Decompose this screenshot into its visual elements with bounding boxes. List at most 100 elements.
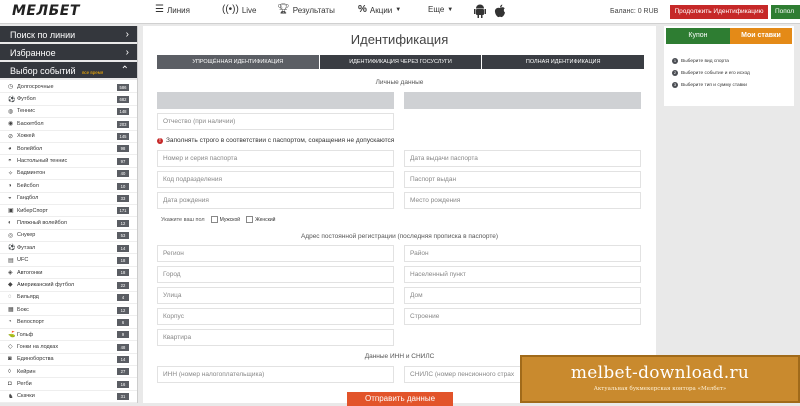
nav-live[interactable]: ((•)) Live xyxy=(222,5,257,15)
sidebar-sport-item[interactable]: ◘ Регби 16 xyxy=(0,378,137,391)
apple-icon[interactable] xyxy=(494,4,506,18)
structure-field[interactable]: Строение xyxy=(404,308,641,325)
inn-field[interactable]: ИНН (номер налогоплательщика) xyxy=(157,366,394,383)
sidebar-events[interactable]: Выбор событий все время ⌃ xyxy=(0,62,137,80)
sidebar-sport-item[interactable]: ◑ Бейсбол 10 xyxy=(0,180,137,193)
sidebar-favorites[interactable]: Избранное › xyxy=(0,44,137,62)
sport-label: Автогонки xyxy=(17,269,43,276)
sidebar-sport-item[interactable]: ◷ Долгосрочные 586 xyxy=(0,81,137,94)
topup-button[interactable]: Попол xyxy=(771,5,800,19)
passport-date-field[interactable]: Дата выдачи паспорта xyxy=(404,150,641,167)
nav-more-label: Еще xyxy=(428,5,445,14)
submit-button[interactable]: Отправить данные xyxy=(347,392,453,406)
sidebar-search[interactable]: Поиск по линии › xyxy=(0,26,137,44)
building-field[interactable]: Корпус xyxy=(157,308,394,325)
personal-data-title: Личные данные xyxy=(375,79,424,86)
street-field[interactable]: Улица xyxy=(157,287,394,304)
sidebar-sport-item[interactable]: ◐ Пляжный волейбол 12 xyxy=(0,217,137,230)
nav-results[interactable]: 🏆︎ Результаты xyxy=(277,5,335,15)
sidebar-sport-item[interactable]: ◓ Настольный теннис 97 xyxy=(0,155,137,168)
sport-icon: ◕ xyxy=(8,145,12,152)
sidebar-sport-item[interactable]: ♞ Скачки 31 xyxy=(0,391,137,404)
trophy-icon: 🏆︎ xyxy=(277,4,290,15)
tab-my-bets[interactable]: Мои ставки xyxy=(730,28,792,44)
nav-more[interactable]: Еще ▼ xyxy=(428,5,453,14)
sport-count-badge: 97 xyxy=(117,157,129,165)
sidebar-sport-item[interactable]: ◆ Американский футбол 22 xyxy=(0,279,137,292)
watermark-banner: melbet-download.ru Актуальная букмекерск… xyxy=(520,355,800,403)
sport-icon: ◈ xyxy=(8,270,13,277)
lines-icon: ☰ xyxy=(155,4,164,15)
android-icon[interactable] xyxy=(474,4,486,18)
sidebar-sport-item[interactable]: ◙ Единоборства 14 xyxy=(0,354,137,366)
checkbox-female[interactable] xyxy=(246,216,254,223)
birth-place-field[interactable]: Место рождения xyxy=(404,192,641,209)
continue-identification-button[interactable]: Продолжить Идентификацию xyxy=(670,5,768,19)
sidebar-sport-item[interactable]: ⚽ Футзал 14 xyxy=(0,242,137,255)
sport-label: Снукер xyxy=(17,232,36,239)
sidebar-sport-item[interactable]: ▦ Бокс 12 xyxy=(0,304,137,317)
gender-female-option[interactable]: Женский xyxy=(246,216,275,223)
sidebar-sport-item[interactable]: ◕ Волейбол 98 xyxy=(0,143,137,156)
apartment-field[interactable]: Квартира xyxy=(157,329,394,346)
tab-full[interactable]: ПОЛНАЯ ИДЕНТИФИКАЦИЯ xyxy=(482,55,645,69)
sidebar-sport-item[interactable]: ✧ Бадминтон 40 xyxy=(0,168,137,181)
sport-icon: ◌ xyxy=(8,294,12,301)
sport-count-badge: 40 xyxy=(117,170,129,178)
nav-lines-label: Линия xyxy=(166,5,190,15)
sport-count-badge: 10 xyxy=(117,182,129,190)
sport-count-badge: 9 xyxy=(117,331,129,339)
city-field[interactable]: Город xyxy=(157,266,394,283)
sport-count-badge: 12 xyxy=(117,219,129,227)
sidebar-sport-item[interactable]: ◒ Гандбол 33 xyxy=(0,193,137,205)
sidebar-sport-item[interactable]: ◊ Кейрин 27 xyxy=(0,366,137,379)
district-field[interactable]: Район xyxy=(404,245,641,262)
sidebar-sport-item[interactable]: ◔ Велоспорт 6 xyxy=(0,316,137,329)
sidebar-sport-item[interactable]: ◍ Теннис 148 xyxy=(0,106,137,119)
sport-label: Регби xyxy=(17,381,32,388)
warning-icon: ! xyxy=(157,137,163,144)
sport-icon: ◆ xyxy=(8,282,13,289)
patronymic-field[interactable]: Отчество (при наличии) xyxy=(157,113,394,130)
tab-simplified[interactable]: УПРОЩЁННАЯ ИДЕНТИФИКАЦИЯ xyxy=(157,55,320,69)
sidebar-sport-item[interactable]: ◈ Автогонки 18 xyxy=(0,267,137,280)
sport-count-badge: 18 xyxy=(117,256,129,264)
sidebar-sport-item[interactable]: ▣ КиберСпорт 171 xyxy=(0,205,137,218)
last-name-field[interactable] xyxy=(157,92,394,109)
division-code-field[interactable]: Код подразделения xyxy=(157,171,394,188)
sidebar-sport-item[interactable]: ⊘ Хоккей 145 xyxy=(0,131,137,143)
nav-promo[interactable]: % Акции ▼ xyxy=(358,5,401,15)
sport-icon: ▤ xyxy=(8,257,14,264)
sidebar-sport-item[interactable]: ▤ UFC 18 xyxy=(0,254,137,267)
checkbox-male[interactable] xyxy=(210,216,218,223)
first-name-field[interactable] xyxy=(404,92,641,109)
bet-coupon: Купон Мои ставки 1 Выберите вид спорта 2… xyxy=(664,26,794,106)
balance: Баланс: 0 RUB xyxy=(610,8,659,15)
sport-label: Бокс xyxy=(17,306,29,313)
house-field[interactable]: Дом xyxy=(404,287,641,304)
tab-coupon[interactable]: Купон xyxy=(666,28,730,44)
step-3-badge: 3 xyxy=(672,82,678,88)
sidebar-sport-item[interactable]: ◇ Гонки на лодках 48 xyxy=(0,341,137,354)
sidebar-sport-item[interactable]: ◌ Бильярд 4 xyxy=(0,292,137,305)
chevron-up-icon: ⌃ xyxy=(120,65,129,76)
sidebar-sport-item[interactable]: ◉ Баскетбол 203 xyxy=(0,118,137,131)
sidebar-sport-item[interactable]: ⚽ Футбол 682 xyxy=(0,93,137,106)
nav-results-label: Результаты xyxy=(292,5,335,15)
nav-lines[interactable]: ☰ Линия xyxy=(155,5,190,15)
page-title: Идентификация xyxy=(350,32,449,47)
sidebar-sport-item[interactable]: ⛳ Гольф 9 xyxy=(0,329,137,342)
region-field[interactable]: Регион xyxy=(157,245,394,262)
logo[interactable]: МЕЛБЕТ xyxy=(12,3,80,19)
gender-male-option[interactable]: Мужской xyxy=(210,216,240,223)
sport-icon: ◙ xyxy=(8,356,12,363)
sport-icon: ◇ xyxy=(8,344,13,351)
issued-by-field[interactable]: Паспорт выдан xyxy=(404,171,641,188)
birth-date-field[interactable]: Дата рождения xyxy=(157,192,394,209)
gender-female-label: Женский xyxy=(255,216,276,223)
sidebar-sport-item[interactable]: ◎ Снукер 53 xyxy=(0,230,137,243)
tab-gosuslugi[interactable]: ИДЕНТИФИКАЦИЯ ЧЕРЕЗ ГОСУСЛУГИ xyxy=(319,55,483,69)
passport-number-field[interactable]: Номер и серия паспорта xyxy=(157,150,394,167)
sport-count-badge: 682 xyxy=(117,95,129,103)
locality-field[interactable]: Населенный пункт xyxy=(404,266,641,283)
